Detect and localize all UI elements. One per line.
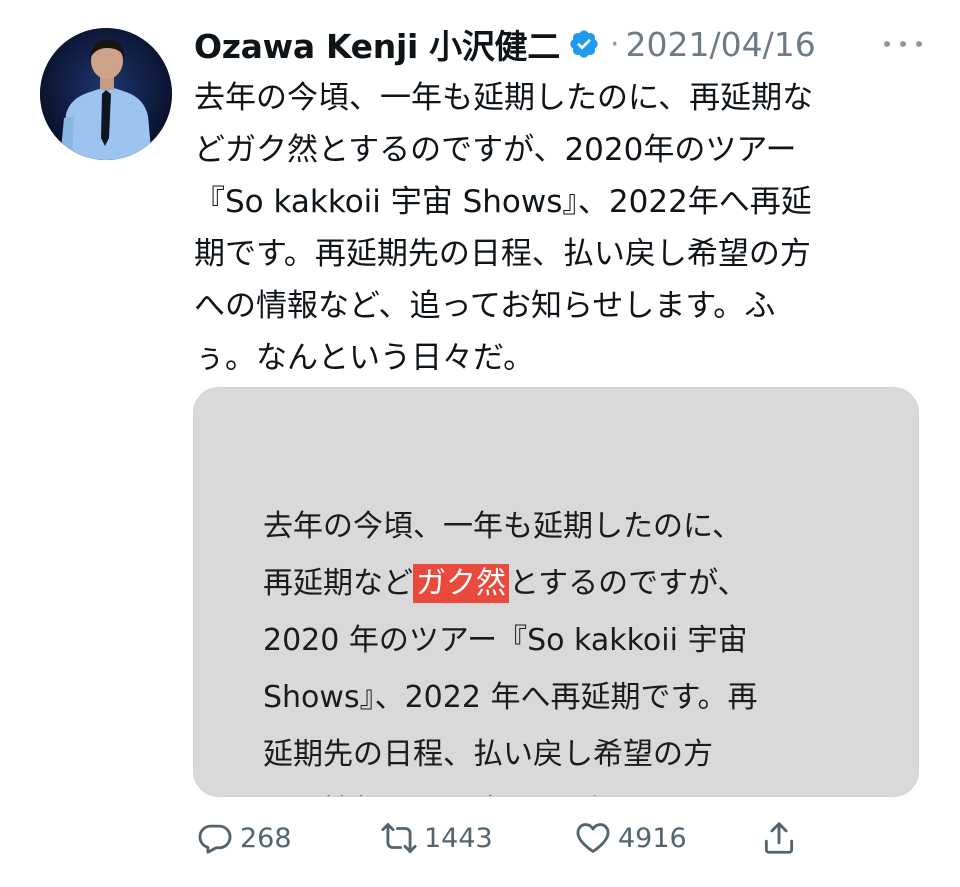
verified-badge-icon — [570, 30, 598, 58]
media-text-segment: とするのですが、 — [509, 566, 748, 601]
media-text-line: 去年の今頃、一年も延期したのに、 — [263, 509, 743, 544]
retweet-count: 1443 — [424, 822, 493, 854]
avatar-photo — [40, 28, 172, 160]
header-separator: · — [609, 26, 620, 62]
tweet: Ozawa Kenji 小沢健二 · 2021/04/16 去年の今頃、一年も延… — [0, 0, 960, 887]
media-text-line: への情報など、追ってお知らせしま — [263, 783, 903, 796]
like-button[interactable]: 4916 — [574, 810, 687, 866]
tweet-actions: 268 1443 4916 — [194, 810, 924, 866]
tweet-text-line: 『So kakkoii 宇宙 Shows』、2022年へ再延 — [194, 184, 812, 220]
like-icon — [576, 823, 610, 853]
media-text-segment: 再延期など — [263, 566, 413, 601]
more-options-button[interactable] — [878, 28, 928, 60]
tweet-text: 去年の今頃、一年も延期したのに、再延期な どガク然とするのですが、2020年のツ… — [194, 72, 924, 384]
media-text-line: 延期先の日程、払い戻し希望の方 — [263, 737, 713, 772]
media-text-line: 2020 年のツアー『So kakkoii 宇宙 — [263, 623, 748, 658]
tweet-header: Ozawa Kenji 小沢健二 · 2021/04/16 — [194, 22, 934, 66]
tweet-media-image[interactable]: 去年の今頃、一年も延期したのに、 再延期など ガク然 とするのですが、 2020 年… — [193, 387, 919, 797]
reply-button[interactable]: 268 — [196, 810, 292, 866]
media-text-line: 再延期など ガク然 とするのですが、 — [263, 555, 903, 612]
tweet-text-line: への情報など、追ってお知らせします。ふ — [194, 288, 776, 324]
media-text-line: Shows』、2022 年へ再延期です。再 — [263, 680, 758, 715]
tweet-text-line: ぅ。なんという日々だ。 — [194, 340, 535, 376]
like-count: 4916 — [618, 822, 687, 854]
reply-count: 268 — [240, 822, 292, 854]
highlighted-text: ガク然 — [413, 564, 509, 603]
author-name[interactable]: Ozawa Kenji 小沢健二 — [194, 20, 560, 68]
retweet-button[interactable]: 1443 — [380, 810, 493, 866]
avatar[interactable] — [40, 28, 172, 160]
tweet-text-line: どガク然とするのですが、2020年のツアー — [194, 132, 797, 168]
media-text: 去年の今頃、一年も延期したのに、 再延期など ガク然 とするのですが、 2020 年… — [263, 498, 903, 796]
share-button[interactable] — [760, 810, 798, 866]
more-icon — [884, 41, 890, 47]
reply-icon — [198, 824, 232, 854]
share-icon — [764, 822, 794, 854]
tweet-text-line: 去年の今頃、一年も延期したのに、再延期な — [194, 80, 814, 116]
tweet-date[interactable]: 2021/04/16 — [626, 25, 816, 64]
tweet-text-line: 期です。再延期先の日程、払い戻し希望の方 — [194, 236, 811, 272]
retweet-icon — [381, 823, 417, 853]
